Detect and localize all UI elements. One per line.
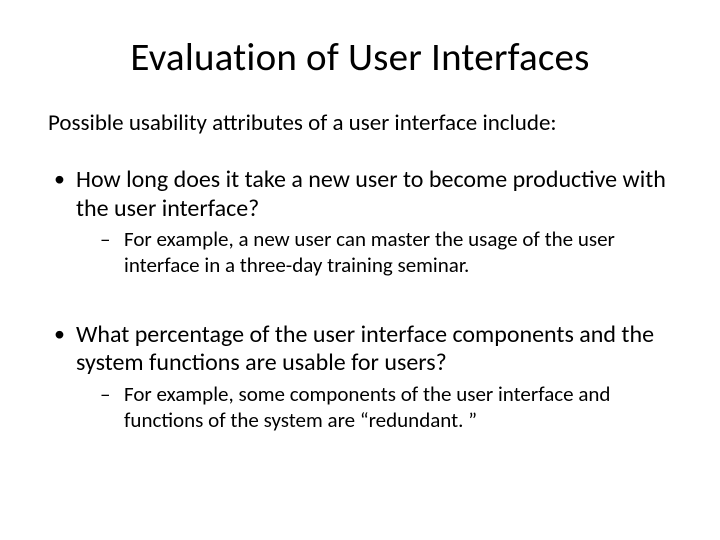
- bullet-text: How long does it take a new user to beco…: [76, 165, 666, 223]
- list-item: How long does it take a new user to beco…: [48, 166, 672, 279]
- list-item: For example, a new user can master the u…: [96, 227, 672, 278]
- bullet-list: What percentage of the user interface co…: [48, 321, 672, 434]
- sub-bullet-text: For example, some components of the user…: [124, 381, 610, 433]
- sub-list: For example, a new user can master the u…: [76, 227, 672, 278]
- spacer: [48, 303, 672, 321]
- bullet-text: What percentage of the user interface co…: [76, 320, 654, 378]
- sub-list: For example, some components of the user…: [76, 382, 672, 433]
- list-item: What percentage of the user interface co…: [48, 321, 672, 434]
- bullet-list: How long does it take a new user to beco…: [48, 166, 672, 279]
- intro-text: Possible usability attributes of a user …: [48, 109, 672, 138]
- slide: Evaluation of User Interfaces Possible u…: [0, 0, 720, 540]
- slide-title: Evaluation of User Interfaces: [48, 34, 672, 81]
- list-item: For example, some components of the user…: [96, 382, 672, 433]
- sub-bullet-text: For example, a new user can master the u…: [124, 226, 615, 278]
